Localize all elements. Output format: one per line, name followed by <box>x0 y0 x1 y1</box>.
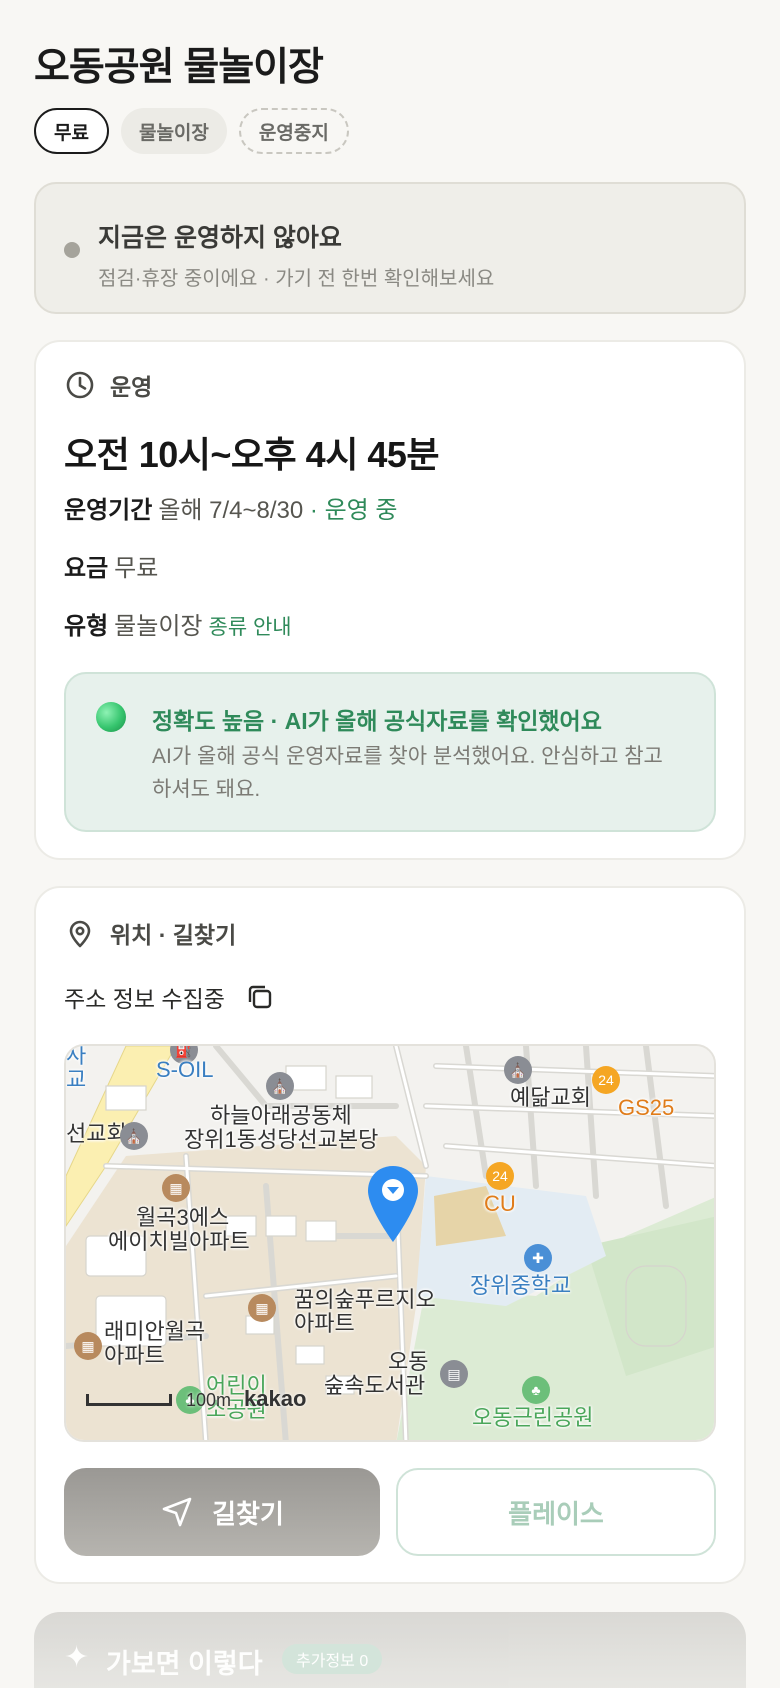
apartment-icon: ▦ <box>162 1174 190 1202</box>
operation-label: 운영 <box>110 374 153 400</box>
map-label-raemian2: 아파트 <box>104 1343 165 1368</box>
type-info-link[interactable]: 종류 안내 <box>209 616 292 639</box>
ai-description: AI가 올해 공식 운영자료를 찾아 분석했어요. 안심하고 참고하셔도 돼요. <box>152 745 663 801</box>
map-label-raemian1: 래미안월곡 <box>104 1319 206 1344</box>
map-label-jangwi-church: 장위1동성당선교본당 <box>184 1127 379 1152</box>
period-sep: · <box>303 497 325 524</box>
location-pin-icon <box>69 920 91 948</box>
clock-icon <box>66 371 94 399</box>
map-label-odong2: 숲속도서관 <box>324 1373 426 1398</box>
ai-accuracy-box: 정확도 높음 · AI가 올해 공식자료를 확인했어요 AI가 올해 공식 운영… <box>64 672 716 832</box>
map-pin-icon[interactable] <box>366 1164 420 1244</box>
map-label-haneul: 하늘아래공동체 <box>210 1103 352 1128</box>
ai-orb-icon <box>96 702 126 732</box>
place-button[interactable]: 플레이스 <box>396 1468 716 1556</box>
apartment-icon: ▦ <box>74 1332 102 1360</box>
fee-value: 무료 <box>114 555 159 582</box>
map-label-kkum1: 꿈의숲푸르지오 <box>294 1287 436 1312</box>
church-icon: ⛪ <box>266 1072 294 1100</box>
period-value: 올해 7/4~8/30 <box>158 497 304 524</box>
copy-icon[interactable] <box>245 982 275 1012</box>
church-icon: ⛪ <box>120 1122 148 1150</box>
location-actions: 길찾기 플레이스 <box>64 1468 716 1558</box>
map-brand-logo: kakao <box>244 1386 307 1411</box>
chip-category[interactable]: 물놀이장 <box>120 108 227 154</box>
map-label-seongyohoe: 선교회 <box>66 1121 127 1146</box>
convenience-store-icon: 24 <box>592 1066 620 1094</box>
map-label-sa: 사 <box>66 1044 87 1068</box>
tag-chips: 무료 물놀이장 운영중지 <box>34 108 349 154</box>
map-label-soil: S-OIL <box>156 1057 214 1082</box>
convenience-store-icon: 24 <box>486 1162 514 1190</box>
operation-hours: 오전 10시~오후 4시 45분 <box>64 434 439 475</box>
location-header: 위치 · 길찾기 <box>64 916 236 950</box>
map-label-yedam: 예닮교회 <box>510 1085 591 1110</box>
school-icon: ✚ <box>524 1244 552 1272</box>
address-text: 주소 정보 수집중 <box>64 986 225 1012</box>
page-title: 오동공원 물놀이장 <box>34 46 324 89</box>
period-label: 운영기간 <box>64 497 153 524</box>
navigation-arrow-icon <box>162 1497 192 1527</box>
sparkle-icon: ✦ <box>64 1641 90 1674</box>
fee-row: 요금 무료 <box>64 548 158 583</box>
period-status: 운영 중 <box>324 497 398 524</box>
type-label: 유형 <box>64 613 109 640</box>
location-card: 위치 · 길찾기 주소 정보 수집중 ⛽ S-OIL 사 교 선교회 ⛪ ⛪ 하… <box>34 886 746 1584</box>
type-value: 물놀이장 <box>114 613 203 640</box>
apartment-icon: ▦ <box>248 1294 276 1322</box>
map-scale-label: 100m <box>186 1390 232 1410</box>
map-label-cu: CU <box>484 1191 516 1216</box>
map-label-wolgok1: 월곡3에스 <box>136 1205 230 1230</box>
directions-button-label: 길찾기 <box>212 1498 284 1529</box>
library-icon: ▤ <box>440 1360 468 1388</box>
page: 오동공원 물놀이장 무료 물놀이장 운영중지 지금은 운영하지 않아요 점검·휴… <box>0 0 780 1688</box>
fee-label: 요금 <box>64 555 109 582</box>
status-dot-icon <box>64 242 80 258</box>
map-label-wolgok2: 에이치빌아파트 <box>108 1229 250 1254</box>
address-row: 주소 정보 수집중 <box>64 980 275 1014</box>
map-scale-bar <box>86 1394 172 1406</box>
map-view[interactable]: ⛽ S-OIL 사 교 선교회 ⛪ ⛪ 하늘아래공동체 장위1동성당선교본당 ⛪… <box>64 1044 716 1442</box>
directions-button[interactable]: 길찾기 <box>64 1468 380 1556</box>
next-section-card[interactable]: ✦ 가보면 이렇다 추가정보 0 <box>34 1612 746 1688</box>
period-row: 운영기간 올해 7/4~8/30 · 운영 중 <box>64 490 398 525</box>
location-label: 위치 · 길찾기 <box>110 922 237 948</box>
map-label-gyo: 교 <box>66 1067 87 1092</box>
chip-status[interactable]: 운영중지 <box>238 108 349 154</box>
church-icon: ⛪ <box>504 1056 532 1084</box>
next-section-badge: 추가정보 0 <box>282 1644 383 1674</box>
chip-free[interactable]: 무료 <box>34 108 109 154</box>
map-label-kkum2: 아파트 <box>294 1311 355 1336</box>
map-label-jangwi-school: 장위중학교 <box>470 1273 572 1298</box>
notice-title: 지금은 운영하지 않아요 <box>98 224 342 252</box>
status-notice: 지금은 운영하지 않아요 점검·휴장 중이에요 · 가기 전 한번 확인해보세요 <box>34 182 746 314</box>
next-section-title: 가보면 이렇다 <box>106 1649 263 1679</box>
ai-title: 정확도 높음 · AI가 올해 공식자료를 확인했어요 <box>152 708 602 734</box>
notice-subtitle: 점검·휴장 중이에요 · 가기 전 한번 확인해보세요 <box>98 268 495 290</box>
map-label-gs25: GS25 <box>618 1095 675 1120</box>
tree-icon: ♣ <box>522 1376 550 1404</box>
map-label-odong1: 오동 <box>388 1349 429 1374</box>
type-row: 유형 물놀이장 종류 안내 <box>64 606 292 641</box>
operation-card: 운영 오전 10시~오후 4시 45분 운영기간 올해 7/4~8/30 · 운영… <box>34 340 746 860</box>
operation-header: 운영 <box>64 368 152 402</box>
map-label-odong-park: 오동근린공원 <box>472 1405 594 1430</box>
